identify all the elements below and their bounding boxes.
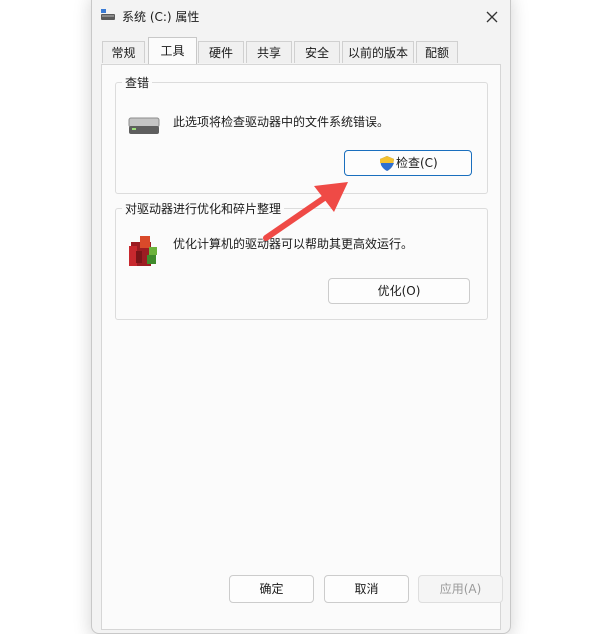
apply-button[interactable]: 应用(A) — [418, 575, 503, 603]
tab-general[interactable]: 常规 — [102, 41, 145, 63]
title-bar: 系统 (C:) 属性 — [92, 1, 510, 31]
check-button-label: 检查(C) — [396, 156, 438, 170]
error-check-title: 查错 — [122, 74, 153, 91]
defrag-icon — [129, 236, 157, 266]
close-button[interactable] — [482, 7, 502, 27]
tab-quota[interactable]: 配额 — [416, 41, 458, 63]
drive-icon — [128, 117, 160, 134]
check-button[interactable]: 检查(C) — [344, 150, 472, 176]
ok-button[interactable]: 确定 — [229, 575, 314, 603]
tab-previous-versions[interactable]: 以前的版本 — [342, 41, 414, 63]
dialog-footer: 确定 取消 应用(A) — [92, 561, 510, 621]
tab-tools[interactable]: 工具 — [148, 37, 197, 64]
optimize-group: 对驱动器进行优化和碎片整理 优化计算机的驱动器可以帮助其更高效运行。 优化(O) — [115, 200, 488, 320]
window-title: 系统 (C:) 属性 — [122, 10, 200, 24]
optimize-description: 优化计算机的驱动器可以帮助其更高效运行。 — [173, 237, 414, 251]
cancel-button[interactable]: 取消 — [324, 575, 409, 603]
close-icon — [486, 11, 498, 23]
tab-hardware[interactable]: 硬件 — [198, 41, 244, 63]
optimize-title: 对驱动器进行优化和碎片整理 — [122, 200, 285, 217]
drive-title-icon — [101, 9, 115, 20]
uac-shield-icon — [380, 156, 394, 171]
error-check-description: 此选项将检查驱动器中的文件系统错误。 — [173, 115, 390, 129]
tools-panel: 查错 此选项将检查驱动器中的文件系统错误。 检查(C) 对驱动器进行优化和碎片整… — [101, 64, 501, 630]
properties-dialog: 系统 (C:) 属性 常规 工具 硬件 共享 安全 以前的版本 配额 查错 此选… — [91, 0, 511, 634]
error-check-group: 查错 此选项将检查驱动器中的文件系统错误。 检查(C) — [115, 74, 488, 194]
tab-security[interactable]: 安全 — [294, 41, 340, 63]
optimize-button[interactable]: 优化(O) — [328, 278, 470, 304]
tab-sharing[interactable]: 共享 — [246, 41, 292, 63]
